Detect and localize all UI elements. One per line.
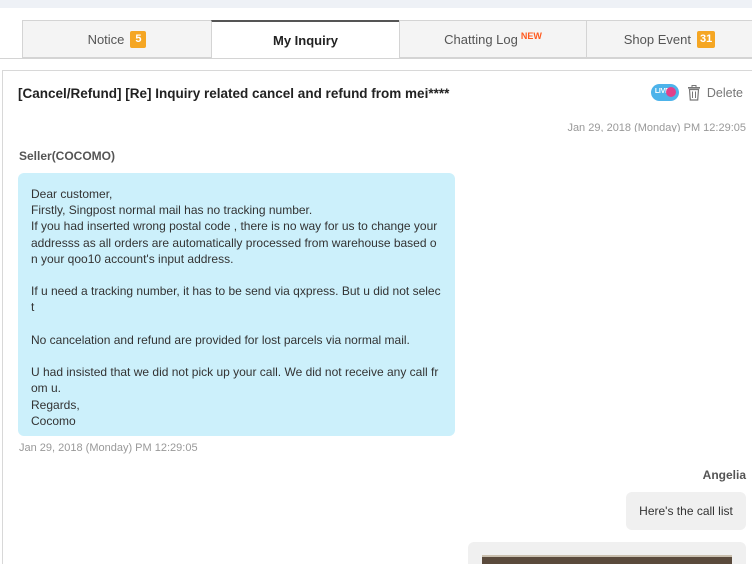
seller-message-bubble: Dear customer, Firstly, Singpost normal …: [18, 173, 455, 436]
previous-message-time-text: Jan 29, 2018 (Monday) PM 12:29:05: [567, 122, 746, 132]
attached-photo[interactable]: [482, 555, 732, 564]
customer-name: Angelia: [702, 468, 746, 482]
tab-divider: [0, 58, 752, 59]
live-chat-icon[interactable]: LIVE: [650, 84, 679, 101]
customer-message-bubble: Here's the call list: [626, 492, 746, 530]
tab-shop-event[interactable]: Shop Event 31: [586, 20, 752, 58]
tab-chatting-log-label: Chatting Log: [444, 31, 518, 47]
tab-chatting-log[interactable]: Chatting Log NEW: [399, 20, 586, 58]
customer-message-text: Here's the call list: [639, 504, 733, 518]
shop-event-count-badge: 31: [696, 30, 716, 48]
notice-count-badge: 5: [130, 30, 147, 48]
seller-name: Seller(COCOMO): [19, 149, 116, 163]
tab-notice-label: Notice: [87, 31, 125, 47]
inquiry-tools: LIVE Delete: [650, 84, 743, 101]
customer-image-message[interactable]: [468, 542, 746, 564]
seller-message-time: Jan 29, 2018 (Monday) PM 12:29:05: [19, 442, 198, 454]
new-tag: NEW: [520, 31, 542, 41]
tab-notice[interactable]: Notice 5: [22, 20, 211, 58]
tab-my-inquiry-label: My Inquiry: [272, 32, 338, 48]
delete-button[interactable]: Delete: [707, 86, 743, 100]
tab-bar: Notice 5 My Inquiry Chatting Log NEW Sho…: [22, 20, 752, 58]
top-strip: [0, 0, 752, 8]
trash-icon[interactable]: [687, 84, 701, 101]
tab-shop-event-label: Shop Event: [623, 31, 691, 47]
previous-message-time: Jan 29, 2018 (Monday) PM 12:29:05: [566, 120, 746, 132]
tab-my-inquiry[interactable]: My Inquiry: [211, 20, 399, 58]
inquiry-subject: [Cancel/Refund] [Re] Inquiry related can…: [18, 86, 450, 101]
seller-message-text: Dear customer, Firstly, Singpost normal …: [31, 187, 441, 428]
